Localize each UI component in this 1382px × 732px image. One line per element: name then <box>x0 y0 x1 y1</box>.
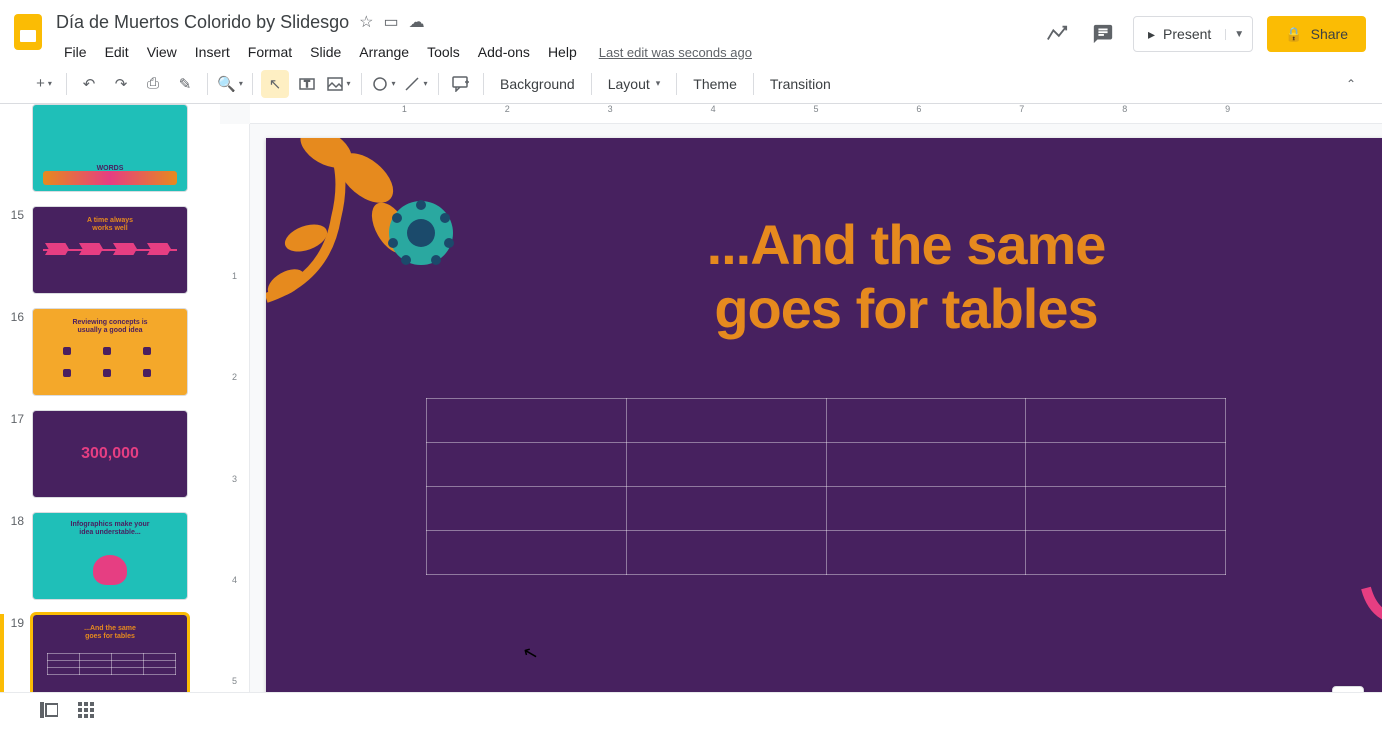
bottom-bar <box>0 692 1382 732</box>
last-edit-link[interactable]: Last edit was seconds ago <box>599 45 752 60</box>
print-button[interactable]: ⎙ <box>139 70 167 98</box>
comments-icon[interactable] <box>1087 18 1119 50</box>
slide-table[interactable] <box>426 398 1226 575</box>
doc-title[interactable]: Día de Muertos Colorido by Slidesgo <box>56 12 349 33</box>
activity-icon[interactable] <box>1041 18 1073 50</box>
app-logo[interactable] <box>8 12 48 52</box>
thumb-title: A time alwaysworks well <box>33 217 187 232</box>
image-tool[interactable] <box>325 70 353 98</box>
menu-help[interactable]: Help <box>540 40 585 64</box>
present-dropdown[interactable]: ▼ <box>1225 29 1252 40</box>
menu-insert[interactable]: Insert <box>187 40 238 64</box>
slide-thumbnails[interactable]: WORDS15A time alwaysworks well16Reviewin… <box>0 104 220 732</box>
slide-thumbnail[interactable]: Reviewing concepts isusually a good idea <box>32 308 188 396</box>
textbox-tool[interactable]: T <box>293 70 321 98</box>
share-button[interactable]: 🔒Share <box>1267 16 1366 52</box>
select-tool[interactable]: ↖ <box>261 70 289 98</box>
collapse-toolbar-icon[interactable]: ⌃ <box>1340 71 1362 97</box>
thumb-title: Reviewing concepts isusually a good idea <box>33 319 187 334</box>
menu-addons[interactable]: Add-ons <box>470 40 538 64</box>
menu-view[interactable]: View <box>139 40 185 64</box>
separator <box>66 73 67 95</box>
thumb-title: Infographics make youridea understable..… <box>33 521 187 536</box>
slide-thumbnail[interactable]: ...And the samegoes for tables <box>32 614 188 702</box>
menu-bar: File Edit View Insert Format Slide Arran… <box>56 40 1041 64</box>
header: Día de Muertos Colorido by Slidesgo ☆ ▭ … <box>0 0 1382 64</box>
menu-tools[interactable]: Tools <box>419 40 468 64</box>
thumbnail-row[interactable]: 15A time alwaysworks well <box>0 206 212 294</box>
theme-button[interactable]: Theme <box>683 70 747 98</box>
slide-title[interactable]: ...And the same goes for tables <box>707 213 1106 342</box>
thumb-number: 15 <box>0 206 32 222</box>
thumbnail-row[interactable]: 19...And the samegoes for tables <box>0 614 212 702</box>
menu-edit[interactable]: Edit <box>97 40 137 64</box>
paint-format-button[interactable]: ✎ <box>171 70 199 98</box>
slide-thumbnail[interactable]: WORDS <box>32 104 188 192</box>
separator <box>676 73 677 95</box>
title-area: Día de Muertos Colorido by Slidesgo ☆ ▭ … <box>56 8 1041 64</box>
slide-thumbnail[interactable]: 300,000 <box>32 410 188 498</box>
layout-button[interactable]: Layout <box>598 70 671 98</box>
thumbnail-row[interactable]: WORDS <box>0 104 212 192</box>
ruler-vertical: 12345 <box>220 124 250 732</box>
menu-arrange[interactable]: Arrange <box>351 40 417 64</box>
comment-tool[interactable] <box>447 70 475 98</box>
cursor-icon: ↖ <box>521 641 541 665</box>
move-icon[interactable]: ▭ <box>384 12 399 32</box>
present-button[interactable]: ▸Present ▼ <box>1133 16 1253 52</box>
thumb-title: ...And the samegoes for tables <box>33 625 187 640</box>
slide-canvas[interactable]: ...And the same goes for tables ↖ <box>266 138 1382 732</box>
thumbnail-row[interactable]: 17 300,000 <box>0 410 212 498</box>
main-area: WORDS15A time alwaysworks well16Reviewin… <box>0 104 1382 732</box>
separator <box>361 73 362 95</box>
menu-slide[interactable]: Slide <box>302 40 349 64</box>
star-icon[interactable]: ☆ <box>359 12 373 32</box>
lock-icon: 🔒 <box>1285 26 1302 43</box>
shape-tool[interactable] <box>370 70 398 98</box>
redo-button[interactable]: ↷ <box>107 70 135 98</box>
thumbnail-row[interactable]: 16Reviewing concepts isusually a good id… <box>0 308 212 396</box>
thumbnail-row[interactable]: 18Infographics make youridea understable… <box>0 512 212 600</box>
play-icon: ▸ <box>1148 26 1155 43</box>
thumb-number <box>0 104 32 106</box>
separator <box>438 73 439 95</box>
separator <box>753 73 754 95</box>
separator <box>252 73 253 95</box>
canvas-area: 123456789 12345 <box>220 104 1382 732</box>
decoration-top-left <box>266 138 516 378</box>
background-button[interactable]: Background <box>490 70 585 98</box>
filmstrip-view-icon[interactable] <box>40 702 58 723</box>
grid-view-icon[interactable] <box>78 702 94 723</box>
menu-file[interactable]: File <box>56 40 95 64</box>
thumb-title: 300,000 <box>33 445 187 463</box>
transition-button[interactable]: Transition <box>760 70 841 98</box>
thumb-number: 19 <box>0 614 32 630</box>
slide-thumbnail[interactable]: Infographics make youridea understable..… <box>32 512 188 600</box>
ruler-horizontal: 123456789 <box>250 104 1382 124</box>
thumb-number: 17 <box>0 410 32 426</box>
separator <box>591 73 592 95</box>
line-tool[interactable] <box>402 70 430 98</box>
new-slide-button[interactable]: + <box>30 70 58 98</box>
slide-thumbnail[interactable]: A time alwaysworks well <box>32 206 188 294</box>
svg-text:T: T <box>304 79 310 89</box>
thumb-number: 16 <box>0 308 32 324</box>
zoom-button[interactable]: 🔍 <box>216 70 244 98</box>
undo-button[interactable]: ↶ <box>75 70 103 98</box>
separator <box>207 73 208 95</box>
menu-format[interactable]: Format <box>240 40 300 64</box>
toolbar: + ↶ ↷ ⎙ ✎ 🔍 ↖ T Background Layout Theme … <box>0 64 1382 104</box>
separator <box>483 73 484 95</box>
cloud-icon[interactable]: ☁ <box>409 12 425 32</box>
thumb-number: 18 <box>0 512 32 528</box>
